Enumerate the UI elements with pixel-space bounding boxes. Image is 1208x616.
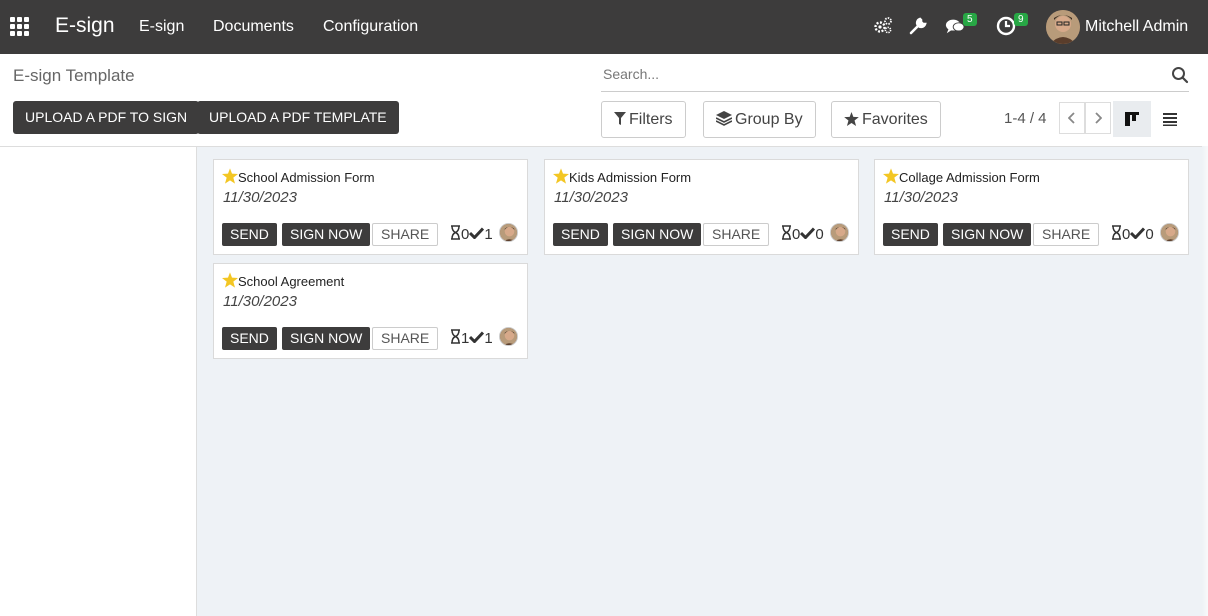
menu-configuration[interactable]: Configuration [323,18,418,36]
pending-count: 0 [461,226,470,243]
activities-badge: 9 [1014,13,1028,26]
responsible-avatar [830,223,849,242]
pager-value[interactable]: 1-4 / 4 [1004,110,1047,127]
list-view-button[interactable] [1151,101,1189,137]
hourglass-icon [1111,225,1122,244]
filters-label: Filters [629,111,673,128]
wrench-icon[interactable] [908,16,930,38]
favorites-button[interactable]: Favorites [831,101,941,138]
pager-next-button[interactable] [1085,102,1111,134]
template-card[interactable]: Collage Admission Form 11/30/2023 SEND S… [874,159,1189,255]
search-input[interactable] [603,66,1163,82]
send-button[interactable]: SEND [883,223,938,246]
pending-count: 0 [792,226,801,243]
card-title: School Admission Form [238,170,375,185]
share-button[interactable]: SHARE [703,223,770,246]
favorite-star-icon[interactable] [222,168,238,184]
pending-count: 1 [461,330,470,347]
upload-pdf-template-button[interactable]: UPLOAD A PDF TEMPLATE [197,101,399,134]
menu-documents[interactable]: Documents [213,18,294,36]
filters-button[interactable]: Filters [601,101,686,138]
chevron-right-icon [1095,112,1102,124]
template-card[interactable]: Kids Admission Form 11/30/2023 SEND SIGN… [544,159,859,255]
messages-badge: 5 [963,13,977,26]
layers-icon [716,111,732,126]
card-date: 11/30/2023 [223,189,297,206]
top-navbar: E-sign E-sign Documents Configuration 5 … [0,0,1208,54]
sign-now-button[interactable]: SIGN NOW [613,223,702,246]
done-count: 1 [484,330,493,347]
send-button[interactable]: SEND [222,223,277,246]
check-icon [469,226,485,243]
card-title: School Agreement [238,274,345,289]
card-title: Kids Admission Form [569,170,692,185]
pending-count: 0 [1122,226,1131,243]
chevron-left-icon [1068,112,1075,124]
search-icon[interactable] [1171,66,1189,84]
debug-gears-icon[interactable] [873,16,895,38]
messages-icon[interactable]: 5 [945,13,977,38]
search-bar [601,60,1189,92]
send-button[interactable]: SEND [553,223,608,246]
activities-clock-icon[interactable]: 9 [996,13,1028,38]
done-count: 1 [484,226,493,243]
hourglass-icon [781,225,792,244]
sign-now-button[interactable]: SIGN NOW [282,327,371,350]
favorites-label: Favorites [862,111,928,128]
favorite-star-icon[interactable] [553,168,569,184]
group-by-label: Group By [735,111,803,128]
kanban-view-button[interactable] [1113,101,1151,137]
upload-pdf-to-sign-button[interactable]: UPLOAD A PDF TO SIGN [13,101,200,134]
share-button[interactable]: SHARE [372,327,439,350]
group-by-button[interactable]: Group By [703,101,816,138]
user-name[interactable]: Mitchell Admin [1085,18,1188,36]
responsible-avatar [499,327,518,346]
signature-stats: 11 [450,329,493,348]
filter-icon [614,112,626,125]
check-icon [469,330,485,347]
card-date: 11/30/2023 [554,189,628,206]
kanban-icon [1125,112,1139,126]
card-date: 11/30/2023 [884,189,958,206]
favorite-star-icon[interactable] [222,272,238,288]
done-count: 0 [1145,226,1154,243]
signature-stats: 00 [781,225,824,244]
sign-now-button[interactable]: SIGN NOW [943,223,1032,246]
hourglass-icon [450,225,461,244]
pager-previous-button[interactable] [1059,102,1085,134]
app-brand[interactable]: E-sign [55,14,115,38]
menu-esign[interactable]: E-sign [139,18,184,36]
breadcrumb: E-sign Template [13,66,135,85]
check-icon [800,226,816,243]
responsible-avatar [1160,223,1179,242]
share-button[interactable]: SHARE [372,223,439,246]
signature-stats: 01 [450,225,493,244]
hourglass-icon [450,329,461,348]
share-button[interactable]: SHARE [1033,223,1100,246]
side-panel [0,146,197,616]
done-count: 0 [815,226,824,243]
user-avatar[interactable] [1046,10,1080,44]
apps-menu-icon[interactable] [10,17,31,36]
responsible-avatar [499,223,518,242]
send-button[interactable]: SEND [222,327,277,350]
card-title: Collage Admission Form [899,170,1040,185]
star-icon [844,112,859,126]
template-card[interactable]: School Agreement 11/30/2023 SEND SIGN NO… [213,263,528,359]
favorite-star-icon[interactable] [883,168,899,184]
signature-stats: 00 [1111,225,1154,244]
list-icon [1163,113,1177,126]
sign-now-button[interactable]: SIGN NOW [282,223,371,246]
scrollbar[interactable] [1202,146,1208,616]
template-card[interactable]: School Admission Form 11/30/2023 SEND SI… [213,159,528,255]
check-icon [1130,226,1146,243]
card-date: 11/30/2023 [223,293,297,310]
